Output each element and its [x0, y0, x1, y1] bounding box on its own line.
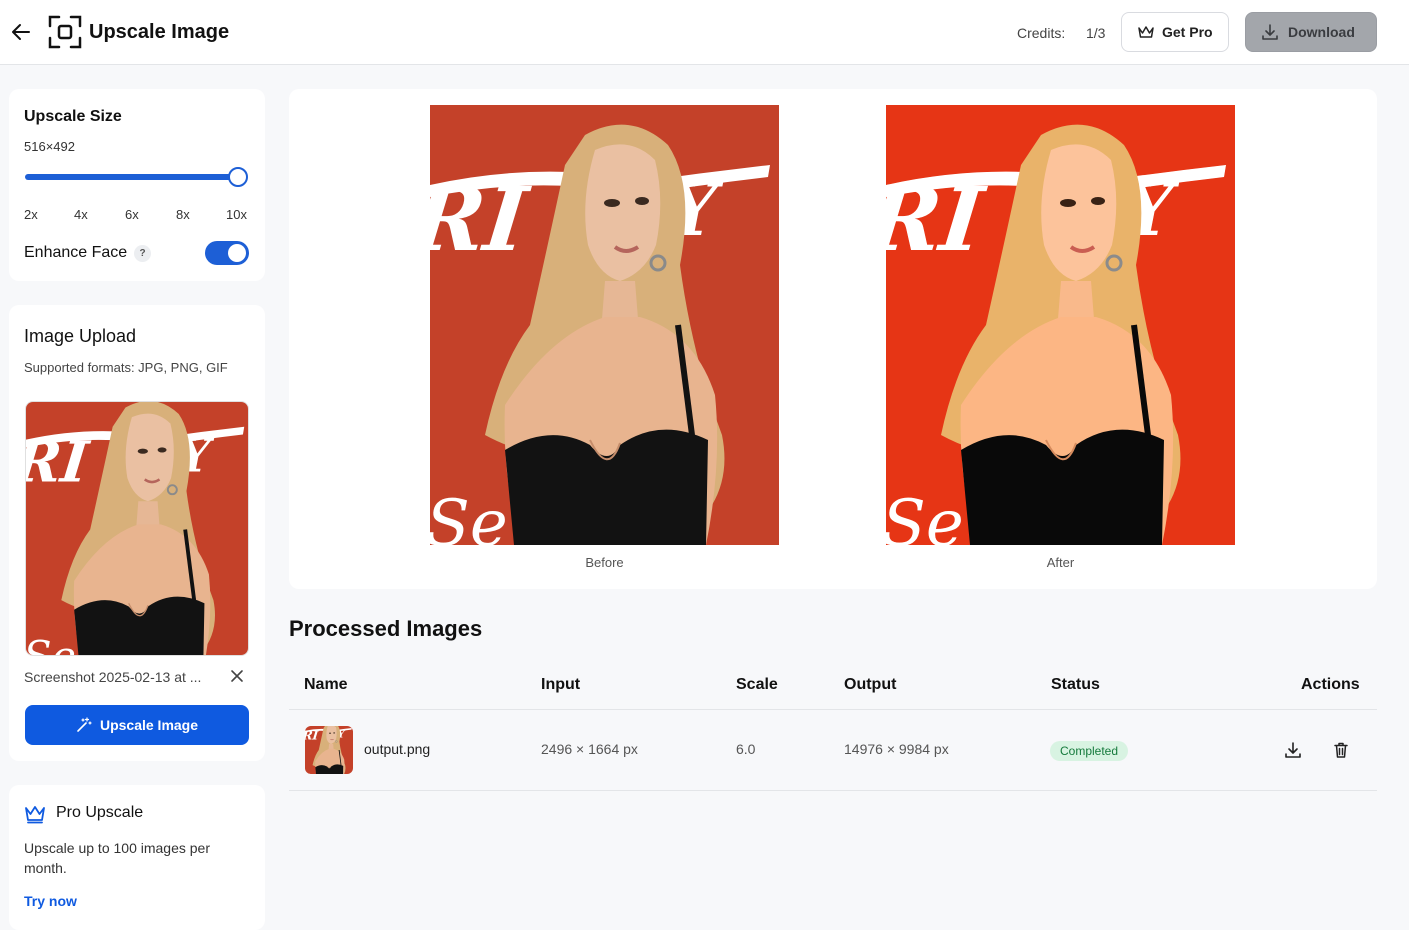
download-icon[interactable] — [1284, 741, 1302, 759]
column-header-actions: Actions — [1301, 676, 1360, 693]
image-upload-card: Image Upload Supported formats: JPG, PNG… — [9, 305, 265, 761]
get-pro-label: Get Pro — [1162, 24, 1213, 40]
column-header-scale: Scale — [736, 676, 778, 693]
crown-icon — [24, 804, 46, 824]
supported-formats-text: Supported formats: JPG, PNG, GIF — [24, 360, 228, 375]
scan-frame-icon — [48, 15, 82, 49]
enhance-face-label: Enhance Face — [24, 244, 128, 261]
get-pro-button[interactable]: Get Pro — [1121, 12, 1229, 52]
pro-upscale-title: Pro Upscale — [56, 804, 144, 821]
column-header-output: Output — [844, 676, 897, 693]
download-label: Download — [1288, 24, 1355, 40]
arrow-left-icon — [12, 24, 30, 40]
upscale-size-card: Upscale Size 516×492 2x 4x 6x 8x 10x Enh… — [9, 89, 265, 281]
back-button[interactable] — [9, 20, 33, 44]
download-icon — [1262, 24, 1278, 40]
upscale-image-label: Upscale Image — [99, 717, 199, 733]
download-button[interactable]: Download — [1245, 12, 1377, 52]
row-input-size: 2496 × 1664 px — [541, 741, 638, 757]
enhance-face-toggle[interactable] — [205, 241, 249, 265]
image-upload-title: Image Upload — [24, 326, 137, 346]
row-scale: 6.0 — [736, 741, 756, 757]
table-row-divider — [289, 790, 1377, 791]
trash-icon[interactable] — [1332, 741, 1350, 759]
slider-tick: 2x — [24, 207, 38, 222]
before-image — [430, 105, 779, 545]
magic-wand-icon — [77, 717, 92, 732]
app-header: Upscale Image Credits: 1/3 Get Pro Downl… — [0, 0, 1409, 65]
slider-tick: 10x — [226, 207, 247, 222]
upscale-size-value: 516×492 — [24, 139, 75, 154]
slider-tick: 8x — [176, 207, 190, 222]
credits-value: 1/3 — [1086, 25, 1106, 41]
uploaded-image-preview[interactable] — [25, 401, 249, 656]
before-after-comparison: Before After — [289, 89, 1377, 589]
upscale-image-button[interactable]: Upscale Image — [25, 705, 249, 745]
close-icon[interactable] — [230, 669, 244, 683]
after-caption: After — [1046, 555, 1075, 570]
row-file-name: output.png — [364, 741, 431, 757]
try-now-link[interactable]: Try now — [24, 893, 77, 909]
credits-label: Credits: — [1017, 25, 1066, 41]
slider-tick: 6x — [125, 207, 139, 222]
uploaded-file-name: Screenshot 2025-02-13 at ... — [24, 669, 202, 685]
after-image — [886, 105, 1235, 545]
upscale-size-title: Upscale Size — [24, 108, 122, 125]
slider-tick: 4x — [74, 207, 88, 222]
column-header-input: Input — [541, 676, 581, 693]
crown-icon — [1138, 26, 1154, 38]
status-badge: Completed — [1050, 741, 1129, 761]
processed-images-title: Processed Images — [289, 616, 483, 641]
before-caption: Before — [585, 555, 624, 570]
slider-handle[interactable] — [228, 167, 248, 187]
column-header-status: Status — [1051, 676, 1100, 693]
pro-upscale-description: Upscale up to 100 images per month. — [24, 840, 210, 876]
page-title: Upscale Image — [89, 21, 230, 43]
table-header-divider — [289, 709, 1377, 710]
upscale-size-slider[interactable] — [25, 174, 239, 180]
help-icon[interactable]: ? — [134, 245, 151, 262]
row-output-size: 14976 × 9984 px — [844, 741, 949, 757]
pro-upscale-card: Pro Upscale Upscale up to 100 images per… — [9, 785, 265, 930]
output-thumbnail — [305, 726, 353, 774]
column-header-name: Name — [304, 676, 348, 693]
toggle-knob — [228, 244, 246, 262]
